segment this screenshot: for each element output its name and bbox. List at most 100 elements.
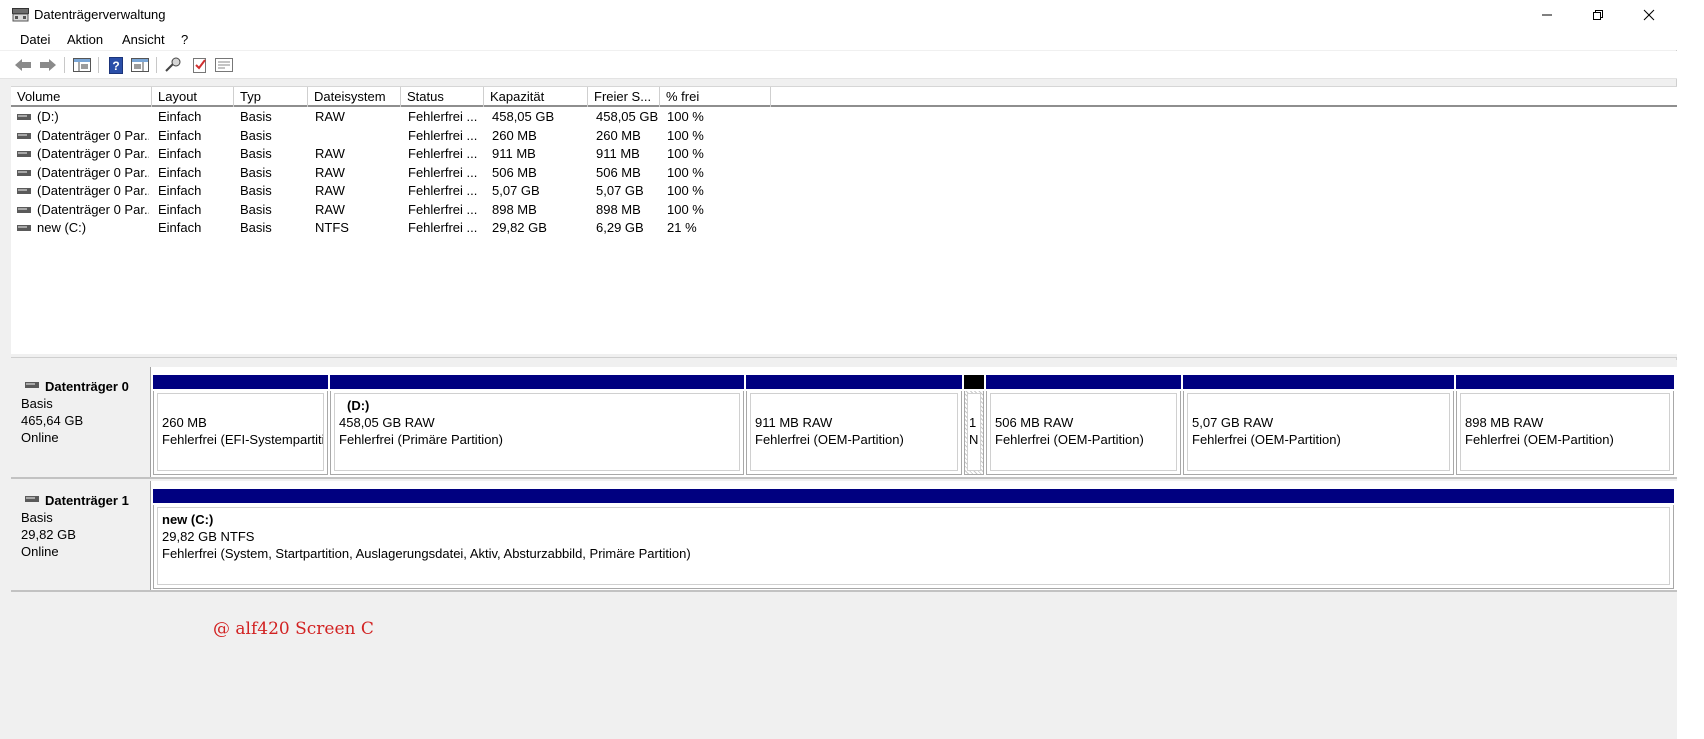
partition-oem-3[interactable]: 5,07 GB RAW Fehlerfrei (OEM-Partition) [1183, 375, 1454, 475]
cell-status: Fehlerfrei ... [408, 146, 478, 161]
table-row[interactable]: (Datenträger 0 Par... Einfach Basis RAW … [11, 201, 771, 219]
disk-type: Basis [21, 396, 53, 411]
close-button[interactable] [1626, 0, 1672, 30]
volume-list: Volume Layout Typ Dateisystem Status Kap… [11, 86, 1677, 354]
column-header-dateisystem[interactable]: Dateisystem [308, 87, 401, 107]
partition-title [1192, 397, 1445, 414]
partition-oem-1[interactable]: 911 MB RAW Fehlerfrei (OEM-Partition) [746, 375, 962, 475]
partition-unallocated[interactable]: 1 N [964, 375, 984, 475]
column-header-typ[interactable]: Typ [234, 87, 308, 107]
volume-icon [17, 169, 31, 176]
connect-button[interactable] [163, 55, 183, 75]
restore-button[interactable] [1575, 0, 1621, 30]
menu-aktion[interactable]: Aktion [67, 32, 103, 47]
cell-volume: (Datenträger 0 Par... [37, 183, 149, 198]
partition-bar [1456, 375, 1674, 389]
cell-prozent-frei: 100 % [667, 109, 704, 124]
partition-status: Fehlerfrei (Primäre Partition) [339, 432, 503, 447]
partition-efi[interactable]: 260 MB Fehlerfrei (EFI-Systempartiti [153, 375, 328, 475]
cell-kapazitaet: 260 MB [492, 127, 537, 143]
cell-layout: Einfach [158, 183, 202, 198]
cell-dateisystem: NTFS [315, 220, 349, 235]
partition-size: 29,82 GB NTFS [162, 529, 255, 544]
partition-status: Fehlerfrei (EFI-Systempartiti [162, 432, 324, 447]
cell-volume: new (C:) [37, 220, 87, 235]
volume-icon [17, 188, 31, 194]
disk-row-0[interactable]: Datenträger 0 Basis 465,64 GB Online 260… [11, 367, 1677, 479]
cell-typ: Basis [240, 164, 272, 180]
window-title: Datenträgerverwaltung [34, 7, 166, 22]
cell-status: Fehlerfrei ... [408, 164, 478, 180]
table-row[interactable]: (Datenträger 0 Par... Einfach Basis RAW … [11, 164, 771, 182]
cell-prozent-frei: 100 % [667, 183, 704, 198]
table-row[interactable]: (D:) Einfach Basis RAW Fehlerfrei ... 45… [11, 108, 771, 126]
action-pane-button[interactable] [130, 55, 150, 75]
cell-prozent-frei: 21 % [667, 220, 697, 235]
check-button[interactable] [190, 55, 210, 75]
cell-layout: Einfach [158, 201, 202, 217]
column-header-kapazitaet[interactable]: Kapazität [484, 87, 588, 107]
partition-d[interactable]: (D:) 458,05 GB RAW Fehlerfrei (Primäre P… [330, 375, 744, 475]
cell-prozent-frei: 100 % [667, 164, 704, 180]
pane-splitter[interactable] [11, 354, 1677, 358]
cell-layout: Einfach [158, 127, 202, 143]
cell-freier-speicher: 6,29 GB [596, 220, 644, 235]
disk-label[interactable]: Datenträger 1 Basis 29,82 GB Online [11, 481, 151, 590]
partition-size: 458,05 GB RAW [339, 415, 435, 430]
forward-button[interactable] [38, 55, 58, 75]
partition-bar [964, 375, 984, 389]
menu-ansicht[interactable]: Ansicht [122, 32, 165, 47]
partition-c[interactable]: new (C:) 29,82 GB NTFS Fehlerfrei (Syste… [153, 489, 1674, 589]
toolbar-separator [98, 57, 99, 73]
column-header-volume[interactable]: Volume [11, 87, 152, 107]
cell-prozent-frei: 100 % [667, 201, 704, 217]
disk-size: 29,82 GB [21, 527, 76, 542]
partition-title [995, 397, 1172, 414]
cell-freier-speicher: 911 MB [596, 146, 640, 161]
properties-button[interactable] [214, 55, 234, 75]
column-header-prozent-frei[interactable]: % frei [660, 87, 771, 107]
cell-layout: Einfach [158, 109, 202, 124]
table-row[interactable]: (Datenträger 0 Par... Einfach Basis RAW … [11, 182, 771, 200]
disk-type: Basis [21, 510, 53, 525]
help-button[interactable]: ? [106, 55, 126, 75]
minimize-button[interactable] [1524, 0, 1570, 30]
cell-prozent-frei: 100 % [667, 127, 704, 143]
volume-icon [17, 114, 31, 120]
disk-name: Datenträger 0 [45, 379, 129, 394]
cell-status: Fehlerfrei ... [408, 183, 478, 198]
check-icon [193, 57, 206, 73]
cell-volume: (Datenträger 0 Par... [37, 127, 149, 143]
menu-datei[interactable]: Datei [20, 32, 50, 47]
table-row[interactable]: new (C:) Einfach Basis NTFS Fehlerfrei .… [11, 219, 771, 237]
cell-typ: Basis [240, 201, 272, 217]
disk-status: Online [21, 430, 59, 445]
cell-volume: (Datenträger 0 Par... [37, 146, 149, 161]
disk-row-1[interactable]: Datenträger 1 Basis 29,82 GB Online new … [11, 481, 1677, 592]
column-header-layout[interactable]: Layout [152, 87, 234, 107]
cell-typ: Basis [240, 146, 272, 161]
title-bar: Datenträgerverwaltung [0, 0, 1677, 30]
menu-help[interactable]: ? [181, 32, 188, 47]
cell-status: Fehlerfrei ... [408, 220, 478, 235]
table-row[interactable]: (Datenträger 0 Par... Einfach Basis Fehl… [11, 127, 771, 145]
cell-kapazitaet: 898 MB [492, 201, 537, 217]
toolbar-separator [156, 57, 157, 73]
partition-size: 260 MB [162, 415, 207, 430]
partition-status: Fehlerfrei (OEM-Partition) [1192, 432, 1341, 447]
disk-label[interactable]: Datenträger 0 Basis 465,64 GB Online [11, 367, 151, 477]
cell-kapazitaet: 506 MB [492, 164, 537, 180]
partition-oem-2[interactable]: 506 MB RAW Fehlerfrei (OEM-Partition) [986, 375, 1181, 475]
column-header-status[interactable]: Status [401, 87, 484, 107]
cell-prozent-frei: 100 % [667, 146, 704, 161]
console-tree-button[interactable] [72, 55, 92, 75]
cell-layout: Einfach [158, 220, 202, 235]
table-row[interactable]: (Datenträger 0 Par... Einfach Basis RAW … [11, 145, 771, 163]
partition-oem-4[interactable]: 898 MB RAW Fehlerfrei (OEM-Partition) [1456, 375, 1674, 475]
cell-kapazitaet: 5,07 GB [492, 183, 540, 198]
back-button[interactable] [13, 55, 33, 75]
watermark-text: @ alf420 Screen C [213, 619, 374, 639]
cell-volume: (Datenträger 0 Par... [37, 201, 149, 217]
partition-size: 898 MB RAW [1465, 415, 1544, 430]
column-header-freier-speicher[interactable]: Freier S... [588, 87, 660, 107]
